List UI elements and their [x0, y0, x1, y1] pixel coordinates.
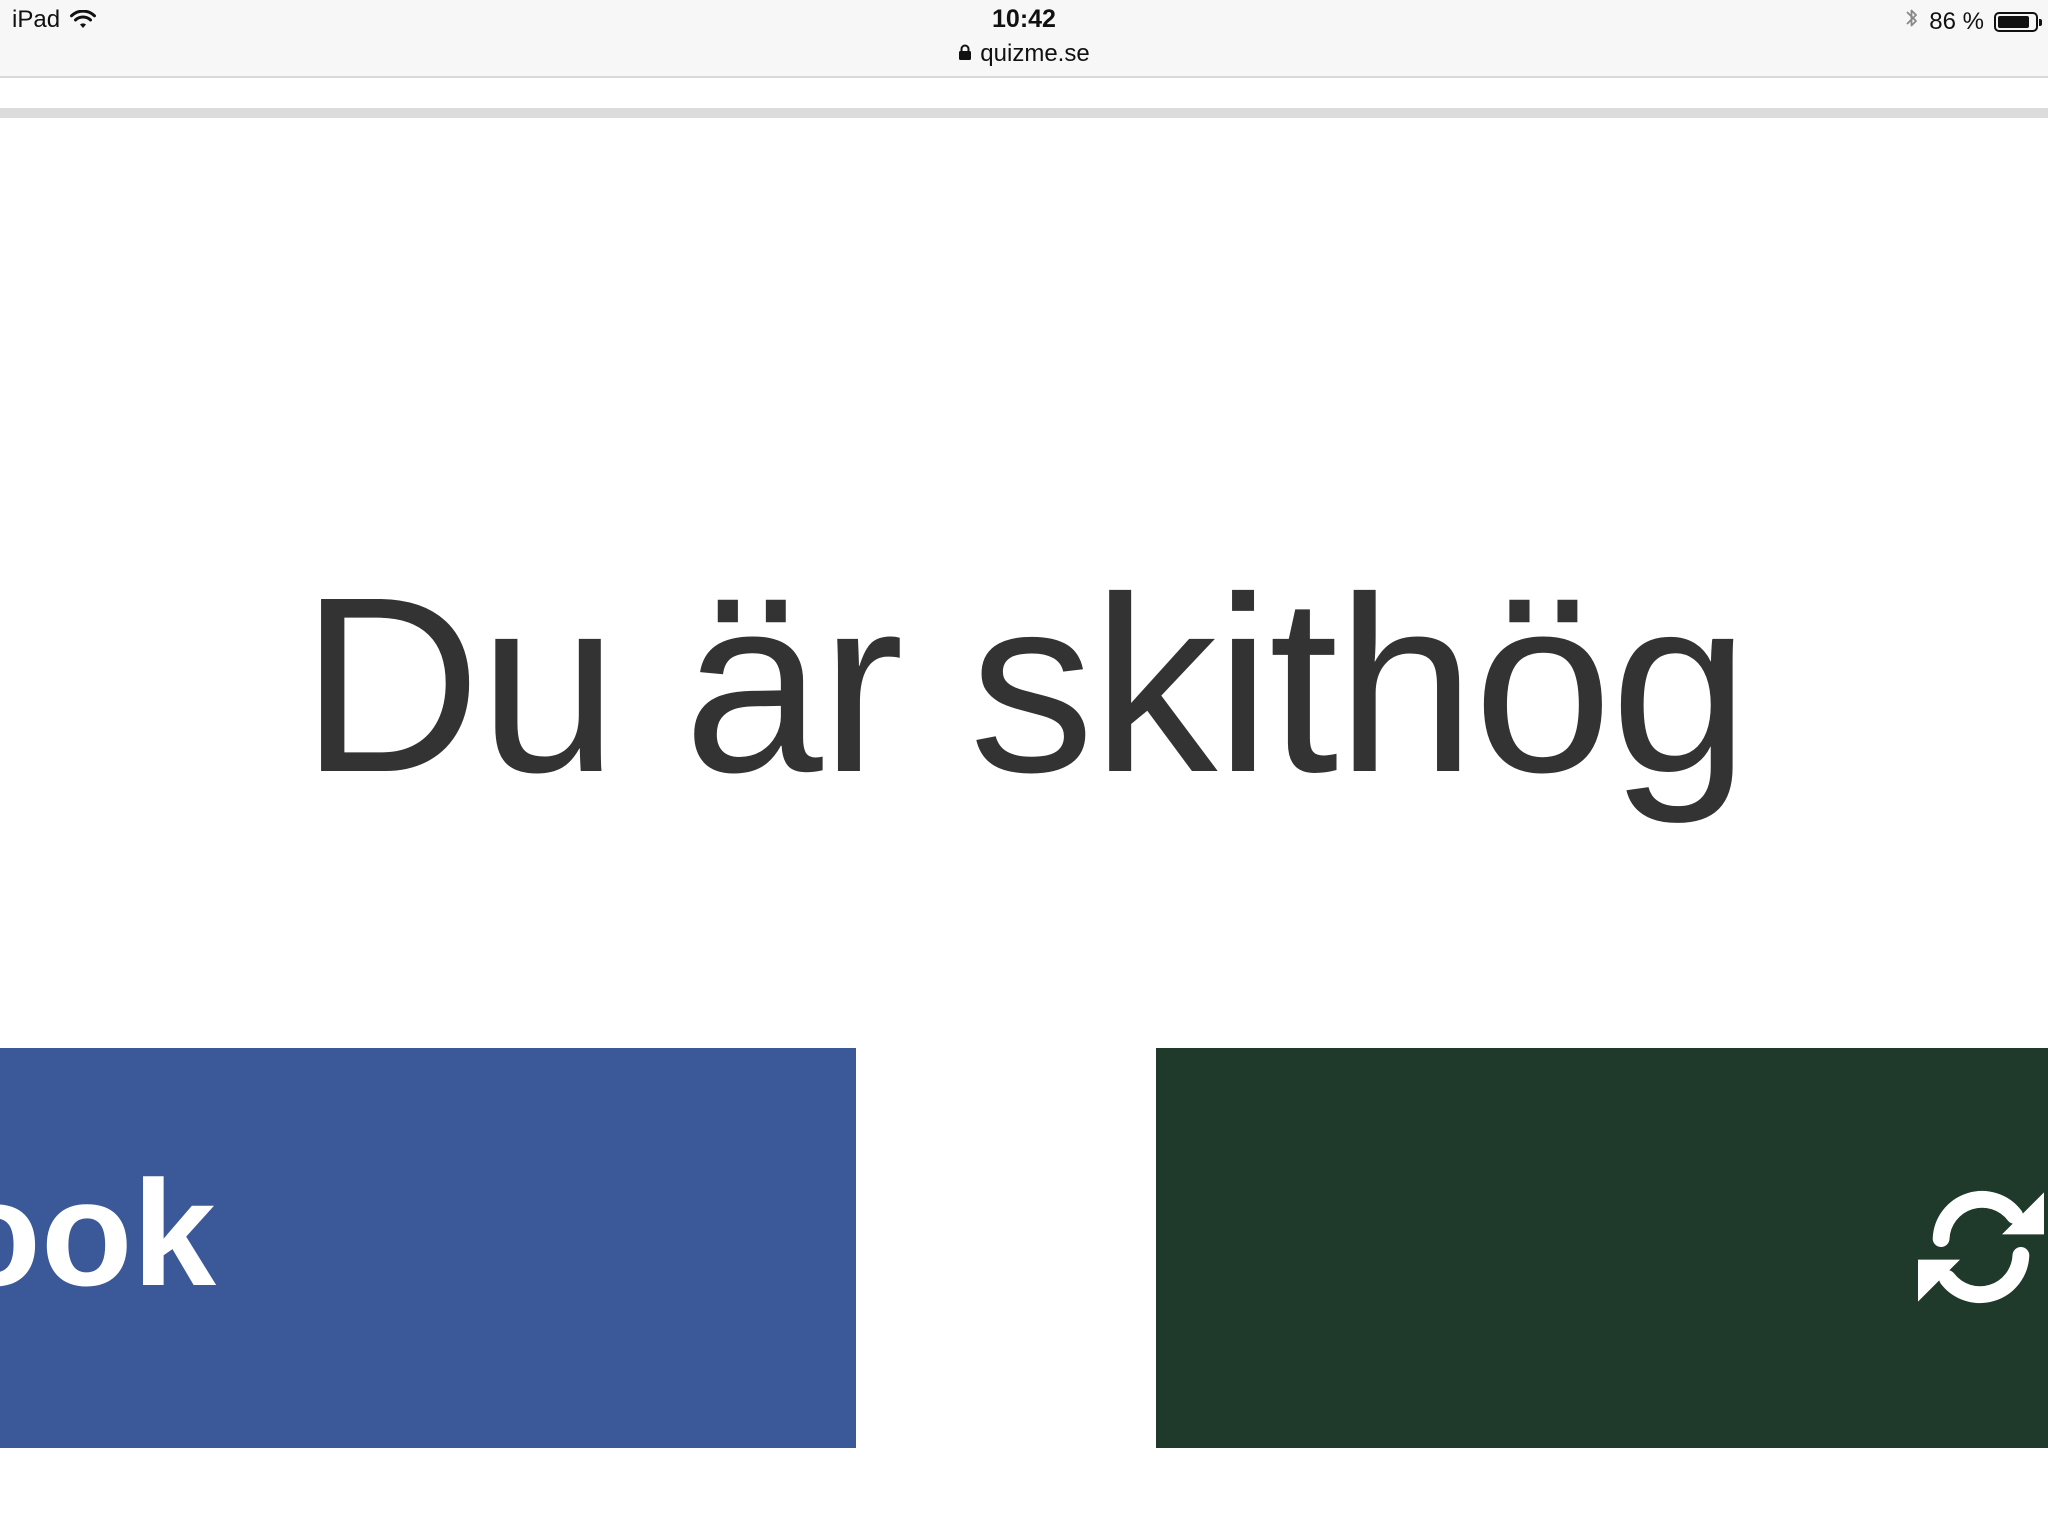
divider-bar — [0, 108, 2048, 118]
status-right: 86 % — [1905, 6, 2042, 37]
bluetooth-icon — [1905, 6, 1919, 37]
status-bar: iPad 10:42 quizme.se 86 % — [0, 0, 2048, 78]
address-bar[interactable]: quizme.se — [0, 40, 2048, 68]
lock-icon — [958, 40, 972, 68]
status-time: 10:42 — [992, 5, 1056, 33]
facebook-button-label: ook — [0, 1149, 216, 1317]
url-text: quizme.se — [980, 40, 1090, 67]
result-title: Du är skithög — [300, 545, 1750, 824]
facebook-share-button[interactable]: ook — [0, 1048, 856, 1448]
battery-percent: 86 % — [1929, 7, 1984, 35]
battery-icon — [1994, 11, 2042, 32]
battery-level — [1998, 15, 2029, 28]
retry-button[interactable] — [1156, 1048, 2048, 1448]
refresh-icon — [1918, 1190, 2044, 1304]
